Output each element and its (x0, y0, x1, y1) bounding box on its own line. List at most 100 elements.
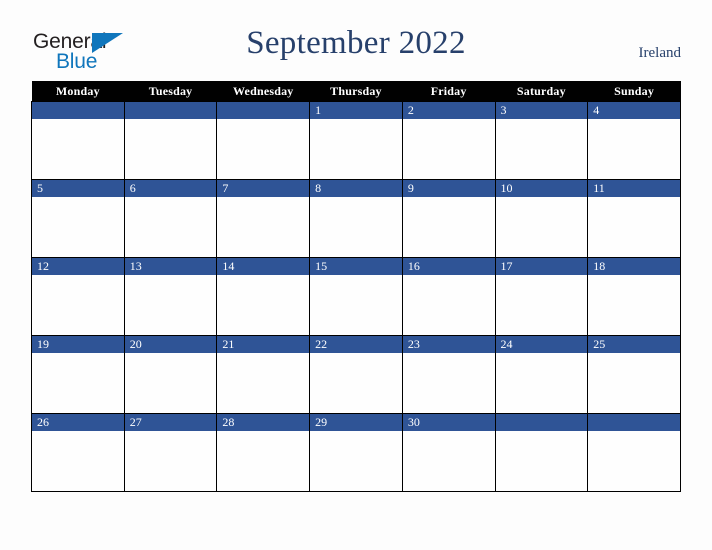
day-events-area[interactable] (124, 197, 217, 257)
calendar-day-cell[interactable]: 14 (216, 257, 311, 336)
calendar-day-cell[interactable] (31, 101, 125, 180)
calendar-day-cell[interactable]: 6 (123, 179, 218, 258)
day-events-area[interactable] (32, 119, 124, 179)
day-events-area[interactable] (217, 431, 310, 491)
weekday-header-wednesday: Wednesday (216, 81, 310, 102)
day-events-area[interactable] (402, 353, 495, 413)
calendar-day-cell[interactable]: 8 (309, 179, 403, 258)
day-events-area[interactable] (217, 119, 310, 179)
day-number: 19 (32, 336, 124, 353)
day-events-area[interactable] (124, 431, 217, 491)
calendar-day-cell[interactable]: 4 (587, 101, 681, 180)
day-number (124, 102, 217, 119)
calendar-day-cell[interactable]: 5 (31, 179, 125, 258)
calendar-day-cell[interactable]: 1 (309, 101, 403, 180)
day-events-area[interactable] (588, 119, 680, 179)
calendar-day-cell[interactable]: 26 (31, 413, 125, 492)
calendar-day-cell[interactable]: 18 (587, 257, 681, 336)
calendar-day-cell[interactable]: 2 (401, 101, 496, 180)
day-number: 21 (217, 336, 310, 353)
day-number: 23 (402, 336, 495, 353)
calendar-day-cell[interactable]: 15 (309, 257, 403, 336)
calendar-day-cell[interactable] (494, 413, 589, 492)
day-events-area[interactable] (495, 431, 588, 491)
day-events-area[interactable] (495, 197, 588, 257)
calendar-day-cell[interactable]: 3 (494, 101, 589, 180)
day-events-area[interactable] (124, 119, 217, 179)
day-number: 11 (588, 180, 680, 197)
day-number: 26 (32, 414, 124, 431)
day-number: 2 (402, 102, 495, 119)
weekday-header-tuesday: Tuesday (124, 81, 217, 102)
day-events-area[interactable] (402, 119, 495, 179)
calendar-day-cell[interactable]: 24 (494, 335, 589, 414)
day-events-area[interactable] (588, 431, 680, 491)
calendar-container: Monday Tuesday Wednesday Thursday Friday… (31, 81, 681, 492)
calendar-day-cell[interactable]: 27 (123, 413, 218, 492)
day-events-area[interactable] (32, 197, 124, 257)
day-number (588, 414, 680, 431)
calendar-day-cell[interactable] (216, 101, 311, 180)
calendar-week-row: 26 27 28 29 30 (31, 413, 681, 492)
calendar-day-cell[interactable]: 21 (216, 335, 311, 414)
day-events-area[interactable] (32, 431, 124, 491)
day-events-area[interactable] (217, 275, 310, 335)
day-events-area[interactable] (402, 197, 495, 257)
day-events-area[interactable] (310, 197, 402, 257)
calendar-day-cell[interactable]: 11 (587, 179, 681, 258)
day-events-area[interactable] (495, 119, 588, 179)
day-number: 20 (124, 336, 217, 353)
calendar-day-cell[interactable]: 20 (123, 335, 218, 414)
calendar-day-cell[interactable]: 7 (216, 179, 311, 258)
day-number: 10 (495, 180, 588, 197)
day-number (495, 414, 588, 431)
calendar-day-cell[interactable]: 13 (123, 257, 218, 336)
day-events-area[interactable] (32, 353, 124, 413)
day-events-area[interactable] (402, 431, 495, 491)
day-events-area[interactable] (124, 353, 217, 413)
calendar-day-cell[interactable]: 9 (401, 179, 496, 258)
day-events-area[interactable] (310, 119, 402, 179)
day-number: 3 (495, 102, 588, 119)
day-events-area[interactable] (217, 353, 310, 413)
day-number: 8 (310, 180, 402, 197)
calendar-day-cell[interactable]: 17 (494, 257, 589, 336)
calendar-day-cell[interactable]: 16 (401, 257, 496, 336)
day-events-area[interactable] (310, 353, 402, 413)
day-events-area[interactable] (310, 275, 402, 335)
day-number: 1 (310, 102, 402, 119)
day-events-area[interactable] (588, 197, 680, 257)
day-number: 30 (402, 414, 495, 431)
day-events-area[interactable] (310, 431, 402, 491)
weekday-header-saturday: Saturday (495, 81, 588, 102)
day-events-area[interactable] (402, 275, 495, 335)
day-events-area[interactable] (588, 353, 680, 413)
day-events-area[interactable] (495, 353, 588, 413)
calendar-week-row: 19 20 21 22 23 24 25 (31, 335, 681, 414)
calendar-day-cell[interactable] (587, 413, 681, 492)
calendar-day-cell[interactable] (123, 101, 218, 180)
day-number (32, 102, 124, 119)
day-number: 22 (310, 336, 402, 353)
day-number: 16 (402, 258, 495, 275)
calendar-table: Monday Tuesday Wednesday Thursday Friday… (31, 81, 681, 492)
day-events-area[interactable] (588, 275, 680, 335)
day-number: 18 (588, 258, 680, 275)
day-events-area[interactable] (124, 275, 217, 335)
calendar-day-cell[interactable]: 29 (309, 413, 403, 492)
calendar-day-cell[interactable]: 23 (401, 335, 496, 414)
calendar-day-cell[interactable]: 12 (31, 257, 125, 336)
day-events-area[interactable] (217, 197, 310, 257)
calendar-day-cell[interactable]: 22 (309, 335, 403, 414)
day-events-area[interactable] (495, 275, 588, 335)
calendar-day-cell[interactable]: 10 (494, 179, 589, 258)
calendar-day-cell[interactable]: 30 (401, 413, 496, 492)
day-events-area[interactable] (32, 275, 124, 335)
weekday-header-row: Monday Tuesday Wednesday Thursday Friday… (31, 81, 681, 102)
calendar-day-cell[interactable]: 19 (31, 335, 125, 414)
day-number: 24 (495, 336, 588, 353)
calendar-day-cell[interactable]: 25 (587, 335, 681, 414)
calendar-day-cell[interactable]: 28 (216, 413, 311, 492)
page-title: September 2022 (246, 25, 466, 61)
calendar-week-row: 12 13 14 15 16 17 18 (31, 257, 681, 336)
